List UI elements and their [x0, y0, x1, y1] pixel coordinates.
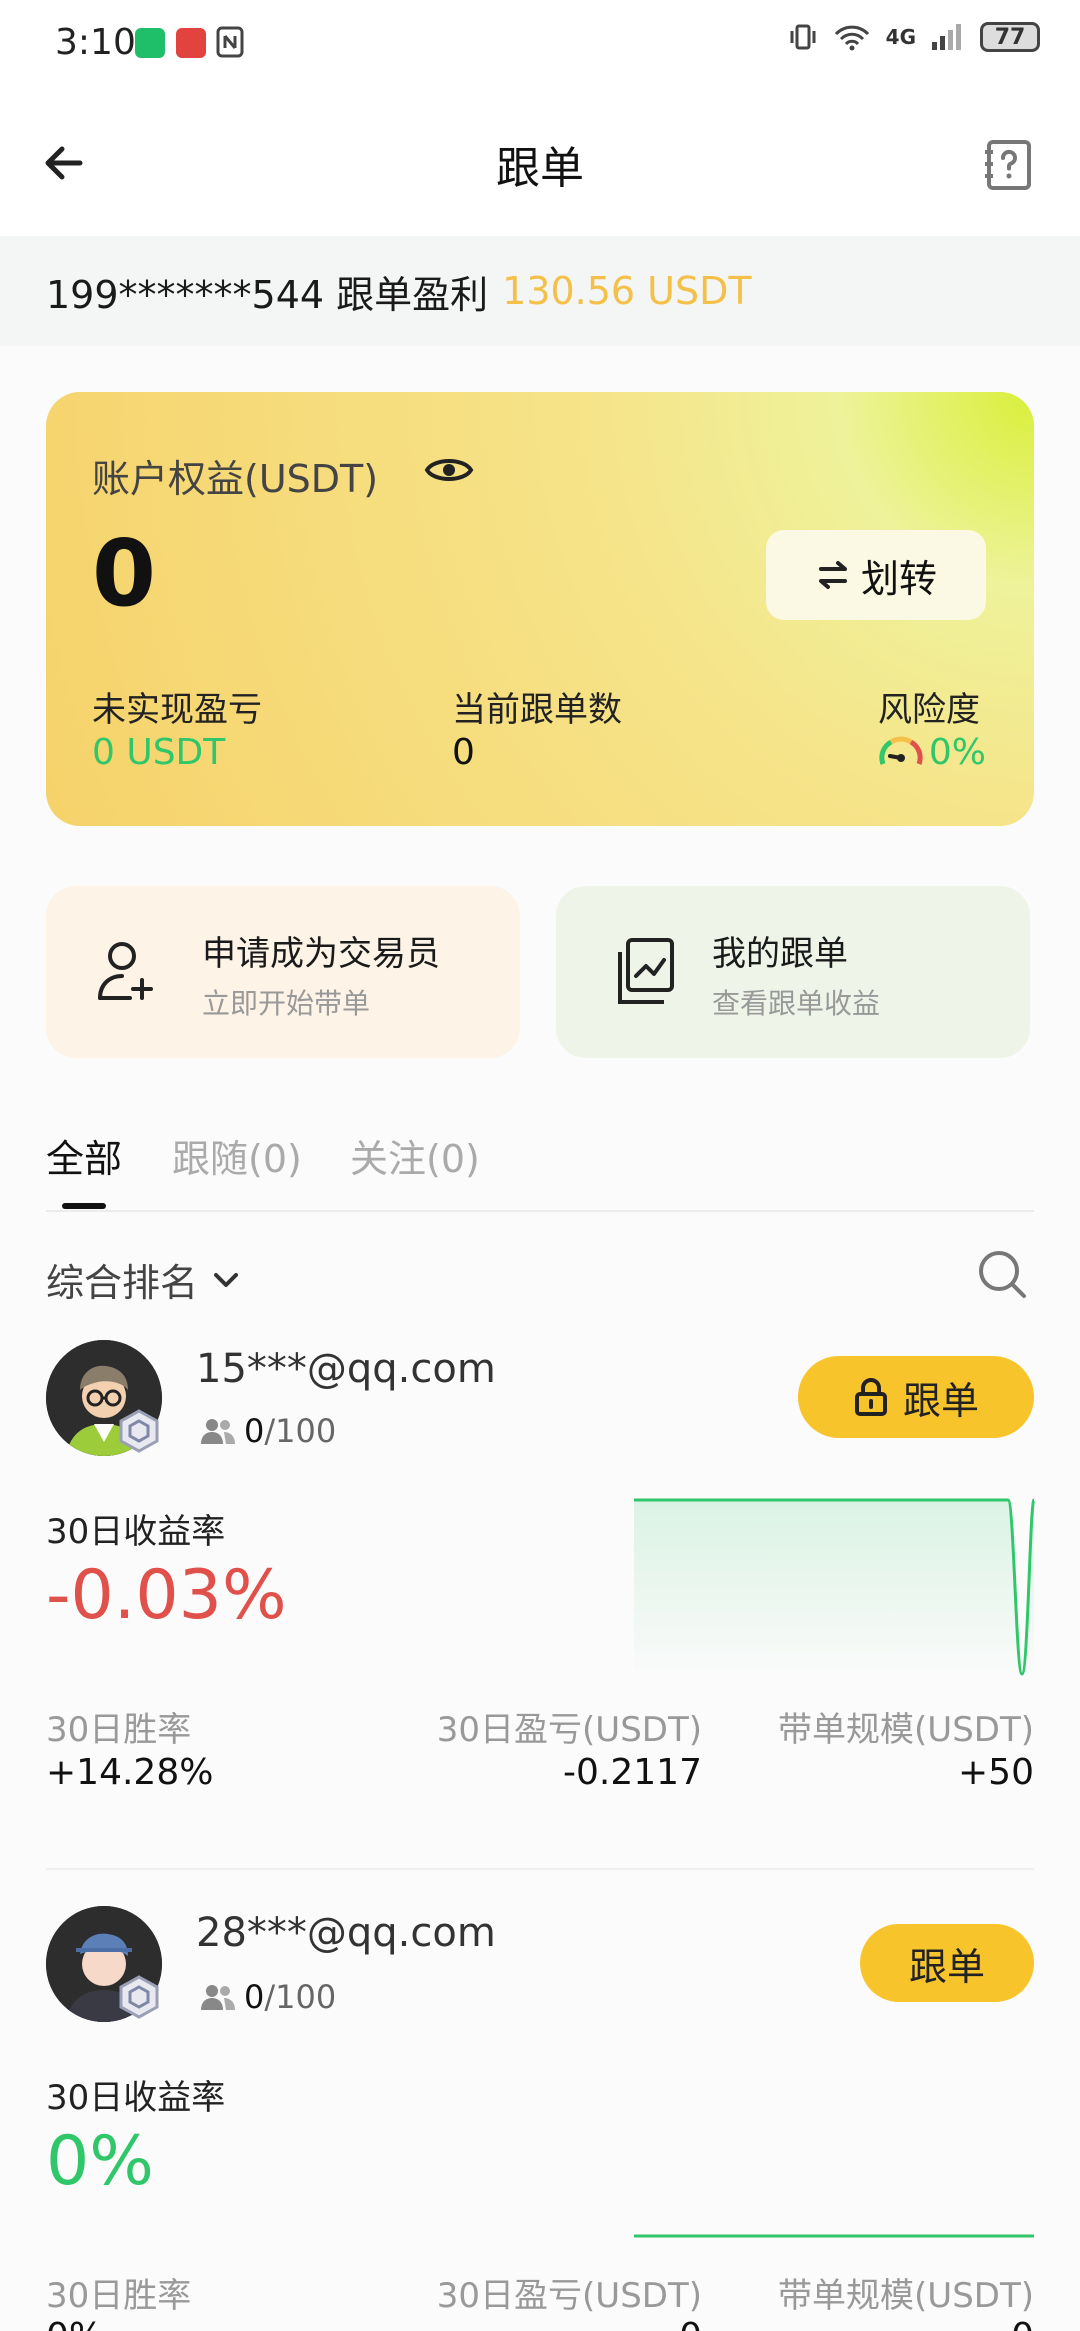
rank-badge-icon	[116, 1974, 162, 2020]
sort-label: 综合排名	[46, 1261, 199, 1305]
follower-max: /100	[264, 1978, 337, 2016]
chevron-down-icon	[214, 1272, 239, 1287]
signal-icon	[932, 24, 961, 50]
banner-amount: 130.56 USDT	[502, 269, 752, 313]
equity-value: 0	[92, 520, 157, 627]
sort-dropdown[interactable]: 综合排名	[46, 1252, 240, 1307]
tab-all[interactable]: 全部	[46, 1128, 122, 1183]
unrealized-value: 0 USDT	[92, 732, 226, 773]
transfer-button[interactable]: 划转	[766, 530, 986, 620]
risk-gauge-icon	[878, 732, 924, 772]
tabs-divider	[46, 1210, 1034, 1212]
follower-max: /100	[264, 1412, 337, 1450]
win-rate-label: 30日胜率	[46, 2276, 192, 2316]
win-rate-value: 0%	[46, 2316, 103, 2331]
my-copy-title: 我的跟单	[712, 934, 848, 974]
search-button[interactable]	[976, 1248, 1028, 1300]
status-time: 3:10	[55, 22, 136, 63]
transfer-label: 划转	[860, 556, 937, 601]
copy-trade-label: 跟单	[902, 1378, 979, 1423]
apply-trader-card[interactable]: 申请成为交易员 立即开始带单	[46, 886, 520, 1058]
apply-trader-title: 申请成为交易员	[202, 934, 440, 974]
roi-value: -0.03%	[46, 1556, 287, 1635]
roi-sparkline	[634, 2234, 1034, 2238]
aum-label: 带单规模(USDT)	[778, 2276, 1034, 2316]
help-book-icon	[985, 140, 1031, 190]
roi-value: 0%	[46, 2122, 154, 2201]
battery-saver-icon	[135, 28, 165, 58]
profit-banner: 199*******544 跟单盈利 130.56 USDT	[0, 236, 1080, 346]
vibrate-icon	[790, 24, 816, 50]
follower-count: 0/100	[200, 1978, 336, 2016]
chart-stack-icon	[618, 938, 674, 1004]
win-rate-label: 30日胜率	[46, 1710, 192, 1750]
page-title: 跟单	[496, 143, 584, 194]
copy-trade-button[interactable]: 跟单	[798, 1356, 1034, 1438]
pnl-label: 30日盈亏(USDT)	[436, 1710, 702, 1750]
rank-badge-icon	[116, 1408, 162, 1454]
my-copy-subtitle: 查看跟单收益	[712, 987, 881, 1020]
aum-value: +50	[958, 1752, 1034, 1793]
risk-value: 0%	[928, 732, 986, 773]
trader-name: 28***@qq.com	[196, 1910, 496, 1956]
wifi-icon	[834, 25, 869, 51]
search-icon	[979, 1251, 1026, 1298]
users-icon	[201, 1419, 235, 1444]
current-count-value: 0	[452, 732, 475, 773]
equity-label: 账户权益(USDT)	[92, 457, 379, 501]
eye-toggle-icon[interactable]	[424, 452, 474, 488]
tab-watching[interactable]: 关注(0)	[350, 1128, 480, 1183]
network-type: 4G	[885, 25, 916, 49]
current-count-label: 当前跟单数	[452, 690, 622, 730]
nfc-icon	[216, 26, 244, 58]
tab-following[interactable]: 跟随(0)	[172, 1128, 302, 1183]
follower-current: 0	[244, 1412, 265, 1450]
apply-trader-subtitle: 立即开始带单	[202, 987, 371, 1020]
banner-account: 199*******544 跟单盈利	[46, 272, 489, 317]
follower-count: 0/100	[200, 1412, 336, 1450]
my-copy-card[interactable]: 我的跟单 查看跟单收益	[556, 886, 1030, 1058]
users-icon	[201, 1985, 235, 2010]
copy-trade-label: 跟单	[908, 1944, 985, 1989]
risk-label: 风险度	[878, 690, 980, 730]
help-button[interactable]	[981, 138, 1035, 192]
aum-value: 0	[1011, 2316, 1034, 2331]
status-icons: 4G 77	[788, 22, 1040, 52]
unrealized-label: 未实现盈亏	[92, 690, 262, 730]
list-divider	[46, 1868, 1034, 1870]
follower-current: 0	[244, 1978, 265, 2016]
roi-label: 30日收益率	[46, 1512, 226, 1552]
battery-icon: 77	[980, 22, 1040, 52]
aum-label: 带单规模(USDT)	[778, 1710, 1034, 1750]
tab-indicator	[62, 1203, 106, 1209]
trader-name: 15***@qq.com	[196, 1346, 496, 1392]
win-rate-value: +14.28%	[46, 1752, 214, 1793]
lock-icon	[854, 1378, 887, 1416]
transfer-icon	[818, 561, 847, 589]
copy-trade-button[interactable]: 跟单	[860, 1924, 1034, 2002]
pnl-value: -0.2117	[563, 1752, 702, 1793]
pnl-value: 0	[679, 2316, 702, 2331]
roi-sparkline	[634, 1498, 1036, 1680]
roi-label: 30日收益率	[46, 2078, 226, 2118]
app-notification-icon	[176, 28, 206, 58]
add-user-icon	[98, 942, 153, 1000]
pnl-label: 30日盈亏(USDT)	[436, 2276, 702, 2316]
